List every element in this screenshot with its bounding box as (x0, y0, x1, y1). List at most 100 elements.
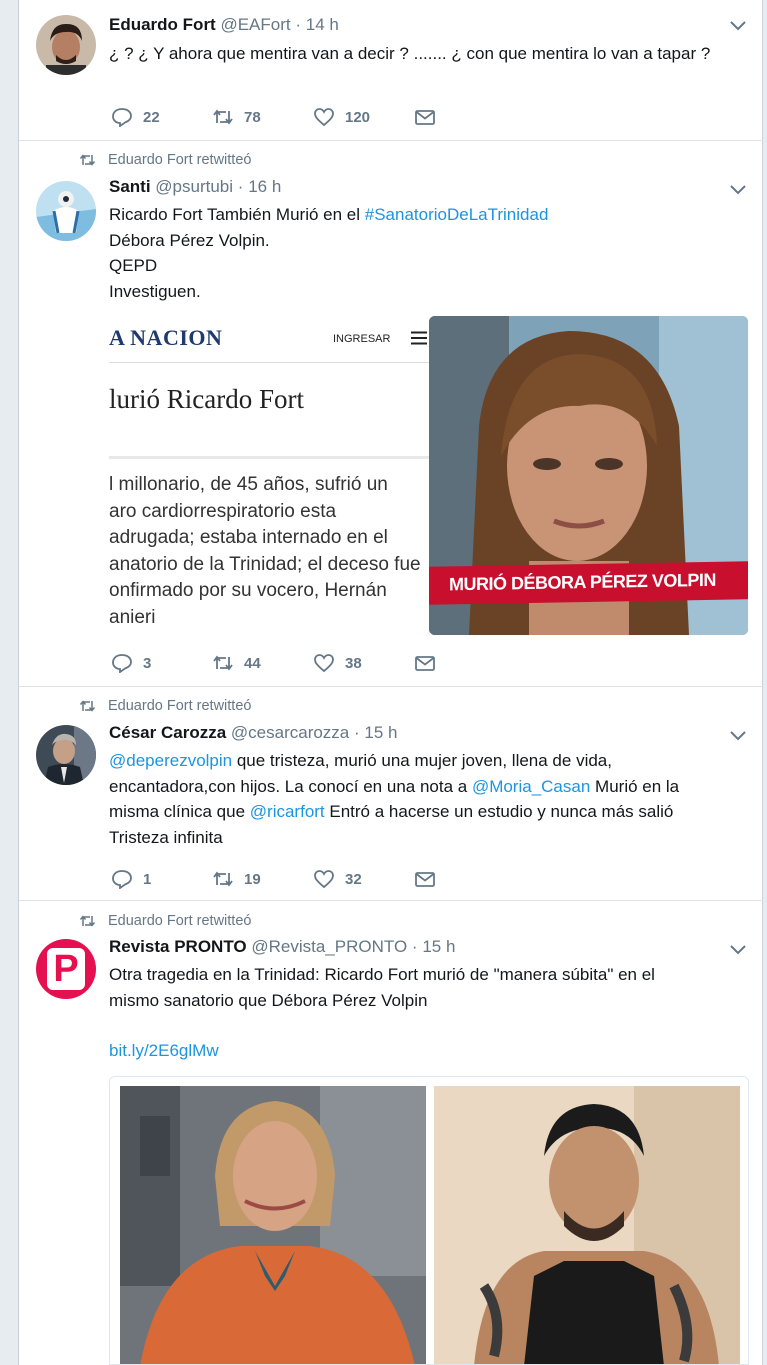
like-button[interactable]: 32 (313, 869, 414, 889)
tweet-text-line: Investiguen. (109, 281, 201, 301)
avatar-santi[interactable] (36, 181, 96, 241)
hashtag-link[interactable]: #SanatorioDeLaTrinidad (365, 205, 549, 224)
tweet-time[interactable]: 15 h (364, 723, 397, 742)
dm-button[interactable] (414, 869, 515, 889)
envelope-icon (415, 110, 435, 125)
author-handle[interactable]: @Revista_PRONTO (251, 937, 407, 956)
tv-caption: MURIÓ DÉBORA PÉREZ VOLPIN (449, 569, 716, 595)
retweet-button[interactable]: 44 (212, 653, 313, 673)
news-headline: lurió Ricardo Fort (109, 384, 304, 414)
tweet-cesarcarozza[interactable]: Eduardo Fort retwitteó César Carozza @ce… (19, 687, 764, 901)
retweet-context-label[interactable]: Eduardo Fort retwitteó (108, 152, 251, 168)
tweet-text-line: Ricardo Fort También Murió en el (109, 205, 365, 224)
tweet-actions: 3 44 38 (111, 653, 515, 673)
author-handle[interactable]: @cesarcarozza (231, 723, 349, 742)
news-login: INGRESAR (333, 333, 391, 345)
reply-icon (112, 654, 132, 673)
tweet-time[interactable]: 14 h (306, 15, 339, 34)
retweet-button[interactable]: 19 (212, 869, 313, 889)
tweet-text-line: QEPD (109, 256, 158, 275)
retweet-count: 78 (244, 108, 261, 126)
tv-banner: MURIÓ DÉBORA PÉREZ VOLPIN (429, 561, 748, 605)
like-button[interactable]: 120 (313, 107, 414, 127)
separator-dot: · (295, 15, 302, 34)
dm-button[interactable] (414, 653, 515, 673)
chevron-down-icon[interactable] (730, 945, 746, 955)
news-divider (109, 456, 429, 459)
like-button[interactable]: 38 (313, 653, 414, 673)
news-screenshot: A NACION INGRESAR lurió Ricardo Fort l m… (109, 316, 429, 636)
mention-link[interactable]: @Moria_Casan (472, 777, 590, 796)
like-count: 32 (345, 870, 362, 888)
chevron-down-icon[interactable] (730, 185, 746, 195)
avatar-cesarcarozza[interactable] (36, 725, 96, 785)
news-body-line: anatorio de la Trinidad; el deceso fue (109, 553, 421, 575)
tweet-header: Santi @psurtubi · 16 h (109, 177, 281, 197)
tweet-santi[interactable]: Eduardo Fort retwitteó Santi @psurtubi ·… (19, 141, 764, 687)
tweet-text: @deperezvolpin que tristeza, murió una m… (109, 748, 749, 850)
tv-screenshot: MURIÓ DÉBORA PÉREZ VOLPIN (429, 316, 748, 635)
tweet-text: ¿ ? ¿ Y ahora que mentira van a decir ? … (109, 44, 711, 63)
shortened-url-link[interactable]: bit.ly/2E6glMw (109, 1038, 219, 1064)
tweet-text-part: Entró a hacerse un estudio y nunca más s… (324, 802, 674, 821)
envelope-icon (415, 656, 435, 671)
separator-dot: · (237, 177, 244, 196)
retweet-icon (213, 109, 233, 125)
author-handle[interactable]: @psurtubi (155, 177, 233, 196)
author-name[interactable]: Revista PRONTO (109, 937, 247, 956)
tweet-text-line: mismo sanatorio que Débora Pérez Volpin (109, 990, 428, 1010)
reply-count: 1 (143, 870, 152, 888)
reply-button[interactable]: 3 (111, 653, 212, 673)
heart-icon (314, 870, 334, 889)
retweet-button[interactable]: 78 (212, 107, 313, 127)
chevron-down-icon[interactable] (730, 21, 746, 31)
tweet-text-part: misma clínica que (109, 802, 250, 821)
retweet-context: Eduardo Fort retwitteó (79, 152, 251, 168)
retweet-count: 44 (244, 654, 261, 672)
dm-button[interactable] (414, 107, 515, 127)
hamburger-icon (411, 331, 427, 345)
reply-count: 3 (143, 654, 152, 672)
tweet-time[interactable]: 16 h (248, 177, 281, 196)
mention-link[interactable]: @deperezvolpin (109, 751, 232, 770)
reply-count: 22 (143, 108, 160, 126)
reply-button[interactable]: 22 (111, 107, 212, 127)
retweet-context: Eduardo Fort retwitteó (79, 913, 251, 929)
heart-icon (314, 108, 334, 127)
like-count: 38 (345, 654, 362, 672)
tweet-text: Otra tragedia en la Trinidad: Ricardo Fo… (109, 962, 749, 1013)
tweet-text-part: que tristeza, murió una mujer joven, lle… (232, 751, 612, 770)
photo-debora (120, 1086, 426, 1364)
tweet-time[interactable]: 15 h (422, 937, 455, 956)
news-body-line: l millonario, de 45 años, sufrió un (109, 474, 388, 495)
tweet-text-part: Murió en la (590, 776, 680, 796)
tweet-header: Revista PRONTO @Revista_PRONTO · 15 h (109, 937, 455, 957)
timeline: Eduardo Fort @EAFort · 14 h ¿ ? ¿ Y ahor… (18, 0, 764, 1365)
author-name[interactable]: César Carozza (109, 723, 226, 742)
tweet-text-part: encantadora,con hijos. La conocí en una … (109, 776, 472, 796)
retweet-context-label[interactable]: Eduardo Fort retwitteó (108, 698, 251, 714)
tweet-revista-pronto[interactable]: Eduardo Fort retwitteó P Revista PRONTO … (19, 901, 764, 1365)
retweet-icon (213, 655, 233, 671)
retweet-icon (79, 915, 96, 927)
reply-button[interactable]: 1 (111, 869, 212, 889)
tweet-eafort[interactable]: Eduardo Fort @EAFort · 14 h ¿ ? ¿ Y ahor… (19, 0, 764, 141)
link-card-media[interactable] (109, 1076, 749, 1365)
reply-icon (112, 108, 132, 127)
envelope-icon (415, 872, 435, 887)
news-brand: A NACION (109, 325, 223, 350)
retweet-context-label[interactable]: Eduardo Fort retwitteó (108, 913, 251, 929)
news-body-line: onfirmado por su vocero, Hernán (109, 580, 387, 601)
mention-link[interactable]: @ricarfort (250, 802, 325, 821)
author-handle[interactable]: @EAFort (220, 15, 290, 34)
tweet-media[interactable]: A NACION INGRESAR lurió Ricardo Fort l m… (109, 316, 749, 636)
heart-icon (314, 654, 334, 673)
author-name[interactable]: Santi (109, 177, 151, 196)
avatar-revista-pronto[interactable]: P (36, 939, 96, 999)
retweet-icon (213, 871, 233, 887)
author-name[interactable]: Eduardo Fort (109, 15, 216, 34)
separator-dot: · (354, 723, 360, 742)
tweet-text: Ricardo Fort También Murió en el #Sanato… (109, 202, 749, 304)
chevron-down-icon[interactable] (730, 731, 746, 741)
avatar-eafort[interactable] (36, 15, 96, 75)
